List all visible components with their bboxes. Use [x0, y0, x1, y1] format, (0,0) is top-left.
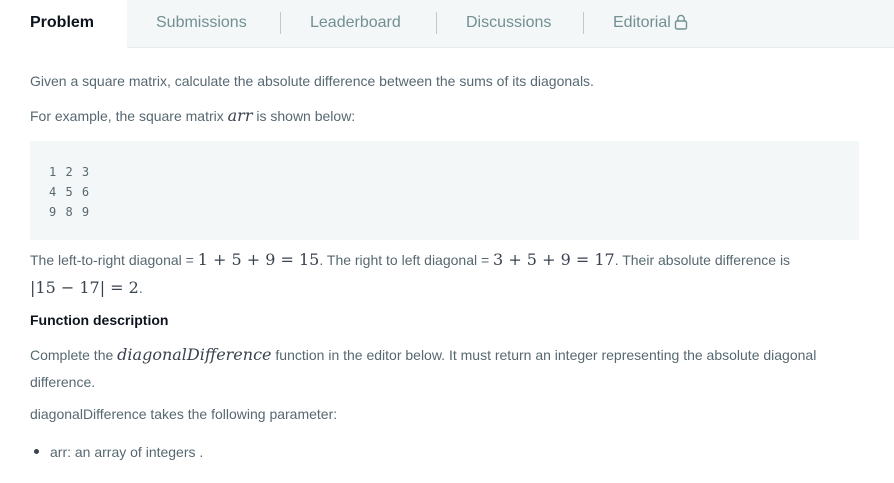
parameter-item: arr: an array of integers .	[50, 444, 204, 460]
example-line: For example, the square matrix arr is sh…	[30, 106, 355, 125]
diag-text-3: . Their absolute difference is	[614, 252, 791, 268]
matrix-code-block: 1 2 3 4 5 6 9 8 9	[30, 141, 859, 240]
tab-leaderboard[interactable]: Leaderboard	[310, 0, 401, 47]
tab-discussions-label: Discussions	[466, 14, 552, 31]
function-description-heading: Function description	[30, 312, 169, 328]
example-variable: arr	[227, 106, 253, 125]
tab-leaderboard-label: Leaderboard	[310, 14, 401, 31]
matrix-row: 1 2 3	[49, 165, 91, 179]
lock-icon	[674, 3, 688, 48]
matrix-row: 9 8 9	[49, 205, 91, 219]
tab-problem[interactable]: Problem	[0, 0, 127, 48]
complete-prefix: Complete the	[30, 347, 118, 363]
tab-divider	[583, 12, 584, 34]
diag-text-2: . The right to left diagonal =	[319, 252, 494, 268]
problem-intro: Given a square matrix, calculate the abs…	[30, 73, 594, 89]
tab-problem-label: Problem	[30, 14, 95, 31]
abs-math: |15 − 17| = 2	[30, 278, 139, 297]
scroll-gutter[interactable]	[876, 48, 894, 483]
abs-suffix: .	[138, 280, 143, 296]
diag-math-2: 3 + 5 + 9 = 17	[493, 250, 615, 269]
matrix-row: 4 5 6	[49, 185, 91, 199]
example-suffix: is shown below:	[252, 108, 356, 124]
complete-suffix: function in the editor below. It must re…	[271, 347, 817, 363]
tab-bar: Problem Submissions Leaderboard Discussi…	[0, 0, 894, 48]
absolute-difference-line: |15 − 17| = 2.	[30, 278, 143, 297]
parameter-intro: diagonalDifference takes the following p…	[30, 406, 338, 422]
diagonal-explanation: The left-to-right diagonal = 1 + 5 + 9 =…	[30, 250, 790, 269]
tab-editorial-label: Editorial	[613, 14, 671, 31]
diag-text-1: The left-to-right diagonal =	[30, 252, 198, 268]
tab-submissions[interactable]: Submissions	[156, 0, 247, 47]
tab-editorial[interactable]: Editorial	[613, 0, 688, 47]
tab-discussions[interactable]: Discussions	[466, 0, 551, 47]
bullet-dot	[34, 449, 39, 454]
complete-line: Complete the diagonalDifference function…	[30, 345, 816, 364]
tab-divider	[280, 12, 281, 34]
complete-line-2: difference.	[30, 374, 96, 390]
tab-submissions-label: Submissions	[156, 14, 247, 31]
function-name: diagonalDifference	[117, 345, 272, 364]
tab-divider	[436, 12, 437, 34]
diag-math-1: 1 + 5 + 9 = 15	[197, 250, 320, 269]
example-prefix: For example, the square matrix	[30, 108, 228, 124]
